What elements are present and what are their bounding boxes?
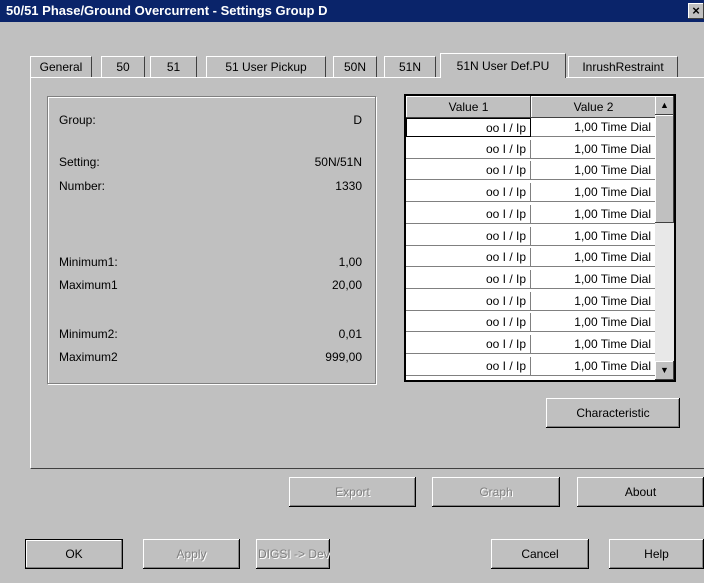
settings-dialog: 50/51 Phase/Ground Overcurrent - Setting… — [0, 0, 704, 583]
cancel-button-label: Cancel — [521, 547, 559, 561]
title-bar[interactable]: 50/51 Phase/Ground Overcurrent - Setting… — [0, 0, 704, 22]
tab-51[interactable]: 51 — [150, 56, 197, 77]
tab-50[interactable]: 50 — [101, 56, 145, 77]
graph-button[interactable]: Graph — [432, 477, 560, 507]
ok-button[interactable]: OK — [25, 539, 123, 569]
tab-51n[interactable]: 51N — [384, 56, 436, 77]
about-button-label: About — [624, 485, 657, 499]
apply-button-label: Apply — [176, 547, 207, 561]
tab-50n[interactable]: 50N — [333, 56, 377, 77]
tab-inrush-restraint[interactable]: InrushRestraint — [568, 56, 678, 77]
apply-button[interactable]: Apply — [143, 539, 240, 569]
tab-panel — [30, 77, 704, 469]
tab-51-user-pickup[interactable]: 51 User Pickup — [206, 56, 326, 77]
cancel-button[interactable]: Cancel — [491, 539, 589, 569]
digsi-button-label: DIGSI -> Device — [258, 547, 330, 561]
tab-51n-user-def-pu[interactable]: 51N User Def.PU — [440, 53, 566, 78]
close-icon[interactable]: × — [688, 3, 704, 19]
help-button[interactable]: Help — [609, 539, 704, 569]
digsi-to-device-button[interactable]: DIGSI -> Device — [256, 539, 330, 569]
ok-button-label: OK — [65, 547, 83, 561]
help-button-label: Help — [644, 547, 669, 561]
export-button-label: Export — [335, 485, 370, 499]
export-button[interactable]: Export — [289, 477, 416, 507]
window-title: 50/51 Phase/Ground Overcurrent - Setting… — [6, 3, 328, 18]
about-button[interactable]: About — [577, 477, 704, 507]
tab-general[interactable]: General — [30, 56, 92, 77]
graph-button-label: Graph — [479, 485, 513, 499]
